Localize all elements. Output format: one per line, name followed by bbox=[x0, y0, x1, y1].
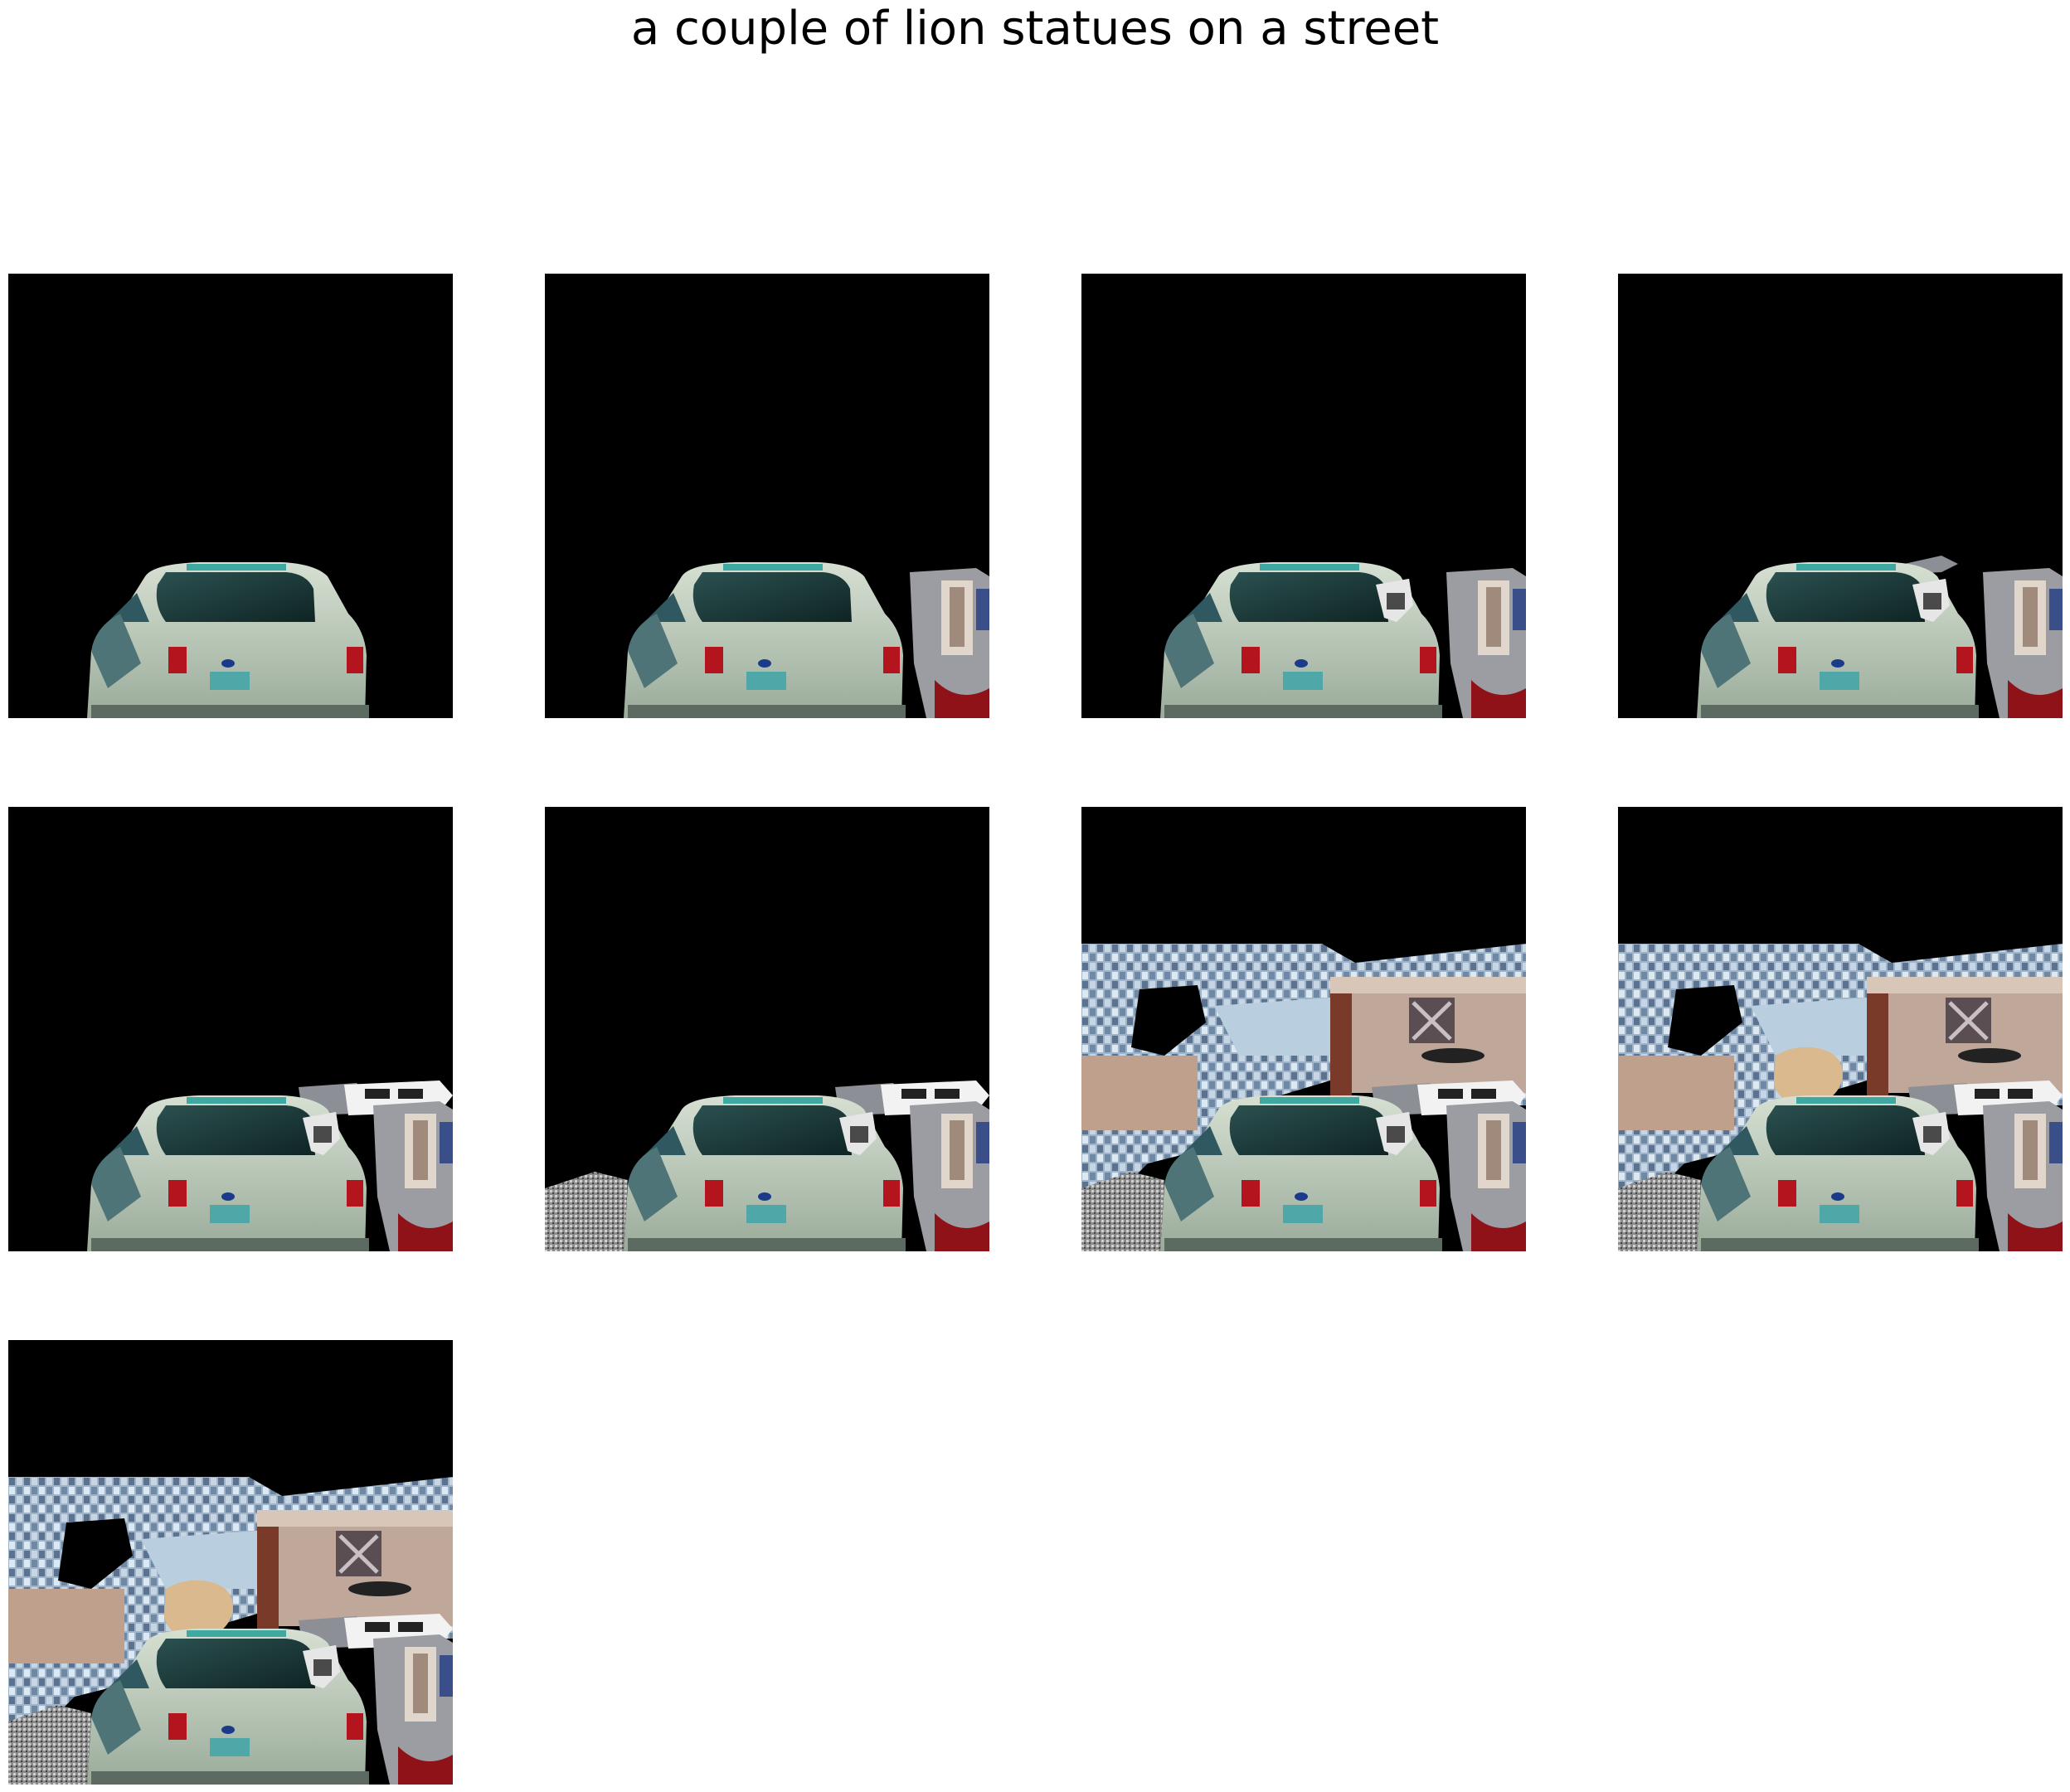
panel-image-8 bbox=[1618, 807, 2063, 1251]
right-vehicle-layer bbox=[1983, 568, 2063, 718]
panel-image-3 bbox=[1081, 274, 1526, 718]
image-panel-8 bbox=[1618, 807, 2063, 1251]
image-panel-9 bbox=[8, 1340, 453, 1785]
panel-image-9 bbox=[8, 1340, 453, 1785]
image-panel-6 bbox=[545, 807, 989, 1251]
image-panel-5 bbox=[8, 807, 453, 1251]
right-vehicle-layer bbox=[1446, 1101, 1526, 1251]
image-panel-2 bbox=[545, 274, 989, 718]
image-panel-4 bbox=[1618, 274, 2063, 718]
right-vehicle-layer bbox=[373, 1101, 453, 1251]
right-vehicle-layer bbox=[1983, 1101, 2063, 1251]
panel-image-4 bbox=[1618, 274, 2063, 718]
panel-image-7 bbox=[1081, 807, 1526, 1251]
panel-image-2 bbox=[545, 274, 989, 718]
panel-image-5 bbox=[8, 807, 453, 1251]
right-vehicle-layer bbox=[910, 1101, 989, 1251]
panel-image-6 bbox=[545, 807, 989, 1251]
right-vehicle-layer bbox=[373, 1634, 453, 1785]
image-panel-7 bbox=[1081, 807, 1526, 1251]
right-vehicle-layer bbox=[910, 568, 989, 718]
figure-title: a couple of lion statues on a street bbox=[630, 2, 1440, 56]
right-vehicle-layer bbox=[1446, 568, 1526, 718]
panel-image-1 bbox=[8, 274, 453, 718]
image-panel-3 bbox=[1081, 274, 1526, 718]
image-panel-1 bbox=[8, 274, 453, 718]
